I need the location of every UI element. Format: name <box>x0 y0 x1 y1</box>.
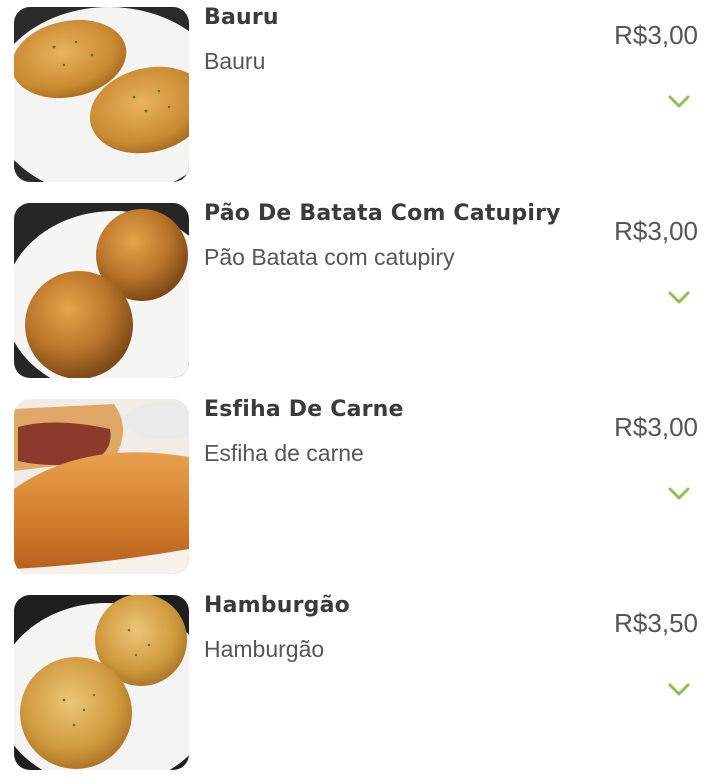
product-image-pao-de-batata <box>14 203 189 378</box>
product-name: Bauru <box>204 5 279 30</box>
chevron-down-icon[interactable] <box>667 484 691 502</box>
chevron-down-icon[interactable] <box>667 288 691 306</box>
product-image-bauru <box>14 7 189 182</box>
product-item-esfiha[interactable]: Esfiha De Carne Esfiha de carne R$3,00 <box>0 392 720 588</box>
chevron-down-icon[interactable] <box>667 680 691 698</box>
product-price: R$3,00 <box>614 20 698 50</box>
product-price: R$3,00 <box>614 412 698 442</box>
product-description: Bauru <box>204 48 266 74</box>
product-name: Esfiha De Carne <box>204 397 404 422</box>
product-name: Hamburgão <box>204 593 350 618</box>
chevron-down-icon[interactable] <box>667 92 691 110</box>
product-image-esfiha <box>14 399 189 574</box>
product-item-hamburgao[interactable]: Hamburgão Hamburgão R$3,50 <box>0 588 720 784</box>
product-item-pao-de-batata[interactable]: Pão De Batata Com Catupiry Pão Batata co… <box>0 196 720 392</box>
product-description: Esfiha de carne <box>204 440 364 466</box>
product-price: R$3,00 <box>614 216 698 246</box>
product-description: Pão Batata com catupiry <box>204 244 455 270</box>
product-image-hamburgao <box>14 595 189 770</box>
product-name: Pão De Batata Com Catupiry <box>204 201 561 226</box>
product-item-bauru[interactable]: Bauru Bauru R$3,00 <box>0 0 720 196</box>
product-price: R$3,50 <box>614 608 698 638</box>
product-description: Hamburgão <box>204 636 325 662</box>
